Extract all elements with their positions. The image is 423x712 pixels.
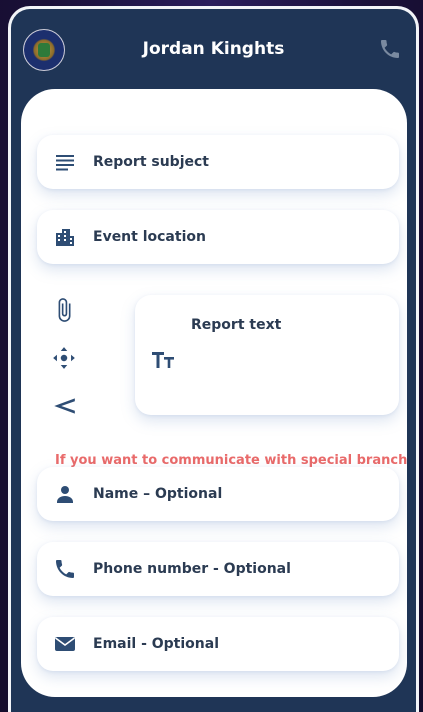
person-icon: [57, 486, 73, 503]
name-field[interactable]: Name – Optional: [37, 467, 399, 521]
report-text-label: Report text: [191, 317, 282, 333]
email-field[interactable]: Email - Optional: [37, 617, 399, 671]
phone-number-label: Phone number - Optional: [93, 561, 291, 577]
phone-icon: [381, 40, 399, 58]
app-frame: Jordan Kinghts Report subject Event loca…: [8, 6, 419, 712]
report-subject-label: Report subject: [93, 154, 209, 170]
page-title: Jordan Kinghts: [142, 39, 285, 59]
notes-icon: [56, 155, 74, 171]
send-icon[interactable]: [51, 393, 77, 419]
app-header: Jordan Kinghts: [11, 9, 416, 89]
special-branch-notice: If you want to communicate with special …: [55, 453, 408, 468]
call-button[interactable]: [378, 37, 402, 61]
report-subject-field[interactable]: Report subject: [37, 135, 399, 189]
move-location-icon[interactable]: [51, 345, 77, 371]
email-label: Email - Optional: [93, 636, 219, 652]
name-label: Name – Optional: [93, 486, 223, 502]
text-size-icon: [152, 352, 174, 368]
phone-number-field[interactable]: Phone number - Optional: [37, 542, 399, 596]
event-location-field[interactable]: Event location: [37, 210, 399, 264]
phone-icon: [56, 560, 74, 578]
attachment-icon[interactable]: [51, 297, 77, 323]
event-location-label: Event location: [93, 229, 206, 245]
report-text-field[interactable]: Report text: [135, 295, 399, 415]
mail-icon: [55, 637, 75, 651]
buildings-icon: [56, 229, 74, 246]
